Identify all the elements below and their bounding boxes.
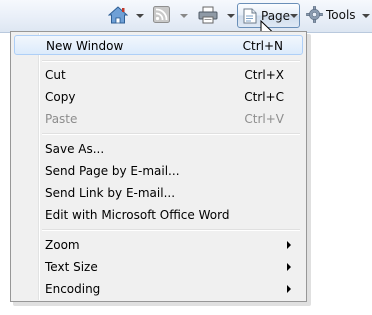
printer-icon	[198, 6, 218, 24]
menu-item-label: Send Link by E-mail...	[45, 186, 176, 200]
menu-item-zoom[interactable]: Zoom	[14, 235, 303, 255]
tools-dropdown-arrow-icon	[362, 14, 370, 18]
menu-item-label: Text Size	[45, 260, 98, 274]
command-bar: Page Tools	[0, 0, 372, 33]
menu-item-shortcut: Ctrl+C	[244, 90, 284, 104]
rss-feeds-icon	[153, 6, 170, 23]
print-button[interactable]	[198, 4, 236, 26]
menu-separator	[42, 133, 300, 135]
menu-item-cut[interactable]: Cut Ctrl+X	[14, 65, 303, 85]
menu-item-edit-with-word[interactable]: Edit with Microsoft Office Word	[14, 205, 303, 225]
menu-item-label: Zoom	[45, 238, 80, 252]
tools-menu-label: Tools	[326, 8, 356, 22]
menu-item-paste: Paste Ctrl+V	[14, 109, 303, 129]
menu-item-label: Edit with Microsoft Office Word	[45, 208, 230, 222]
menu-item-label: Paste	[45, 112, 78, 126]
menu-item-label: New Window	[46, 39, 124, 53]
home-button[interactable]	[108, 4, 148, 26]
menu-item-new-window[interactable]: New Window Ctrl+N	[14, 35, 303, 55]
menu-item-label: Send Page by E-mail...	[45, 164, 180, 178]
menu-item-shortcut: Ctrl+X	[244, 68, 284, 82]
menu-item-send-page-by-email[interactable]: Send Page by E-mail...	[14, 161, 303, 181]
menu-item-label: Copy	[45, 90, 76, 104]
browser-window: Page Tools New Window Ctrl+N Cut Ctrl+X …	[0, 0, 372, 315]
menu-item-send-link-by-email[interactable]: Send Link by E-mail...	[14, 183, 303, 203]
gear-icon	[306, 6, 323, 23]
print-dropdown-arrow-icon[interactable]	[227, 14, 235, 18]
feeds-button[interactable]	[153, 4, 191, 26]
menu-item-text-size[interactable]: Text Size	[14, 257, 303, 277]
menu-item-label: Cut	[45, 68, 66, 82]
page-dropdown-menu: New Window Ctrl+N Cut Ctrl+X Copy Ctrl+C…	[10, 31, 307, 302]
home-icon	[108, 6, 128, 24]
page-dropdown-arrow-icon	[290, 14, 298, 18]
home-dropdown-arrow-icon[interactable]	[136, 14, 144, 18]
submenu-arrow-icon	[287, 241, 291, 249]
menu-item-label: Encoding	[45, 282, 101, 296]
menu-separator	[42, 229, 300, 231]
feeds-dropdown-arrow-icon[interactable]	[180, 14, 188, 18]
menu-item-copy[interactable]: Copy Ctrl+C	[14, 87, 303, 107]
menu-item-label: Save As...	[45, 142, 105, 156]
submenu-arrow-icon	[287, 285, 291, 293]
menu-item-encoding[interactable]: Encoding	[14, 279, 303, 299]
page-icon	[243, 8, 257, 24]
menu-separator	[42, 60, 300, 62]
menu-item-shortcut: Ctrl+N	[242, 39, 283, 53]
menu-item-shortcut: Ctrl+V	[244, 112, 284, 126]
menu-item-save-as[interactable]: Save As...	[14, 139, 303, 159]
tools-menu-button[interactable]: Tools	[305, 4, 371, 26]
submenu-arrow-icon	[287, 263, 291, 271]
